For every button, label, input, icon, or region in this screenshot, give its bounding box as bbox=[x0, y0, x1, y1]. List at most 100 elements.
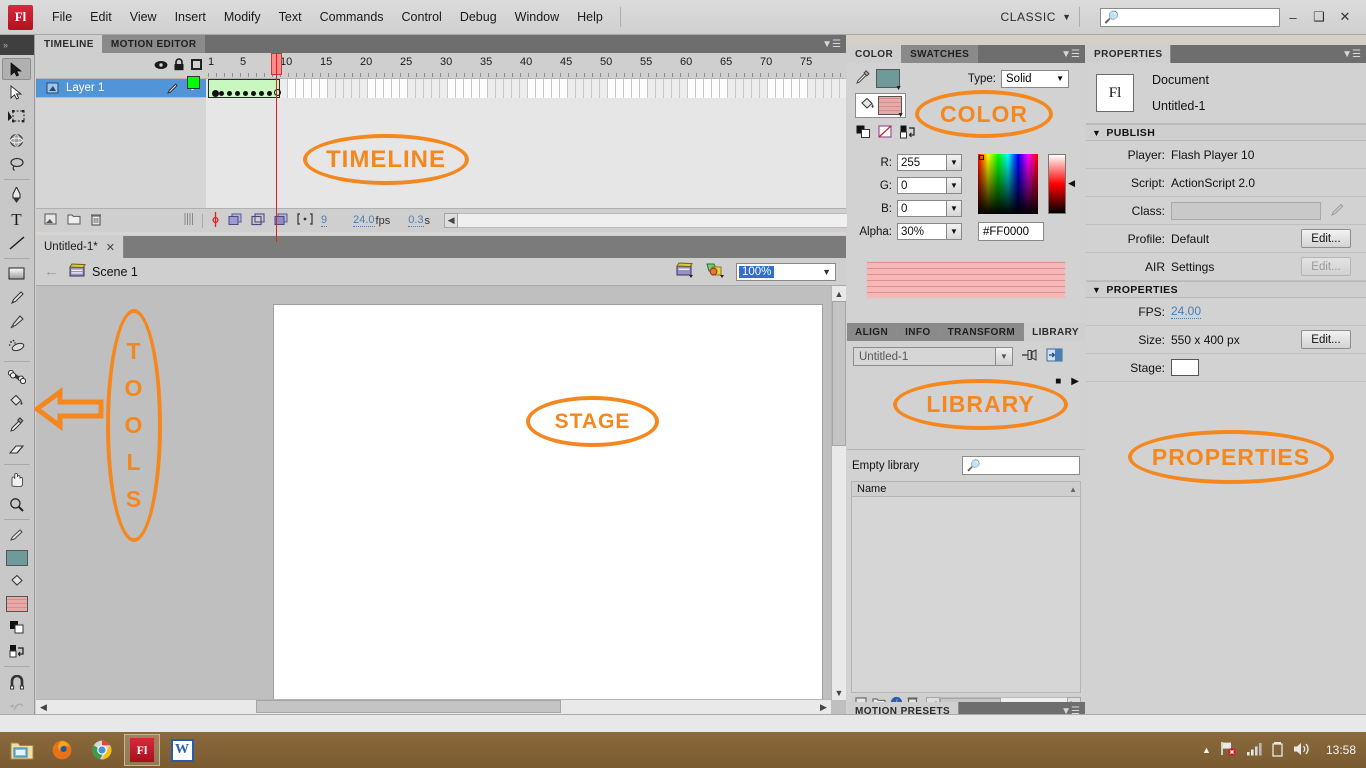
stage-color-swatch[interactable] bbox=[1171, 359, 1199, 376]
frame-cell[interactable] bbox=[480, 79, 488, 98]
frame-cell[interactable] bbox=[464, 79, 472, 98]
library-document-select[interactable]: Untitled-1 ▼ bbox=[853, 347, 1013, 366]
search-input[interactable] bbox=[1118, 11, 1269, 23]
frame-cell[interactable] bbox=[808, 79, 816, 98]
selection-tool[interactable] bbox=[2, 58, 31, 80]
stage-canvas[interactable] bbox=[273, 304, 823, 704]
layer-outline-color-chip[interactable] bbox=[187, 76, 200, 89]
layer-name[interactable]: Layer 1 bbox=[66, 82, 104, 94]
tab-properties[interactable]: PROPERTIES bbox=[1086, 45, 1172, 63]
frame-cell[interactable] bbox=[488, 79, 496, 98]
frame-cell[interactable] bbox=[312, 79, 320, 98]
luminance-strip[interactable] bbox=[1048, 154, 1066, 214]
eyedropper-tool[interactable] bbox=[0, 413, 33, 437]
current-frame-value[interactable]: 9 bbox=[321, 214, 328, 227]
free-transform-tool[interactable] bbox=[0, 104, 33, 128]
frame-cell[interactable] bbox=[664, 79, 672, 98]
menu-view[interactable]: View bbox=[121, 6, 166, 28]
frame-cell[interactable] bbox=[328, 79, 336, 98]
stage-vertical-scrollbar[interactable]: ▲ ▼ bbox=[831, 286, 846, 700]
menu-modify[interactable]: Modify bbox=[215, 6, 270, 28]
frame-cell[interactable] bbox=[392, 79, 400, 98]
frame-cell[interactable] bbox=[776, 79, 784, 98]
rectangle-tool[interactable] bbox=[0, 262, 33, 286]
frame-cell[interactable] bbox=[728, 79, 736, 98]
zoom-level-value[interactable]: 100% bbox=[739, 265, 775, 278]
stage-h-scroll-thumb[interactable] bbox=[256, 700, 561, 713]
frame-cell[interactable] bbox=[400, 79, 408, 98]
frame-cell[interactable] bbox=[616, 79, 624, 98]
tab-library[interactable]: LIBRARY bbox=[1024, 323, 1088, 341]
signal-icon[interactable] bbox=[1246, 742, 1263, 759]
chevron-down-icon[interactable]: ▼ bbox=[947, 200, 962, 217]
fps-value[interactable]: 24.0 bbox=[353, 214, 375, 227]
frame-cell[interactable] bbox=[432, 79, 440, 98]
stroke-color-swatch[interactable] bbox=[0, 593, 33, 615]
frame-cell[interactable] bbox=[288, 79, 296, 98]
stage-v-scroll-thumb[interactable] bbox=[832, 301, 846, 446]
frame-cell[interactable] bbox=[768, 79, 776, 98]
chevron-down-icon[interactable]: ▼ bbox=[947, 223, 962, 240]
tab-color[interactable]: COLOR bbox=[847, 45, 903, 63]
frame-dot[interactable] bbox=[235, 91, 240, 96]
frame-cell[interactable] bbox=[840, 79, 846, 98]
frame-cell[interactable] bbox=[696, 79, 704, 98]
paint-bucket-tool[interactable] bbox=[0, 389, 33, 413]
taskbar-explorer-icon[interactable] bbox=[4, 734, 40, 766]
frame-cell[interactable] bbox=[296, 79, 304, 98]
frame-dot[interactable] bbox=[259, 91, 264, 96]
frame-cell[interactable] bbox=[376, 79, 384, 98]
menu-file[interactable]: File bbox=[43, 6, 81, 28]
maximize-button[interactable]: ❑ bbox=[1306, 7, 1332, 27]
tab-swatches[interactable]: SWATCHES bbox=[902, 45, 979, 63]
edit-scene-icon[interactable] bbox=[676, 262, 695, 281]
frame-cell[interactable] bbox=[680, 79, 688, 98]
frame-cell[interactable] bbox=[416, 79, 424, 98]
pen-tool[interactable] bbox=[0, 183, 33, 207]
timeline-ruler[interactable]: 1 5 10 15 20 25 30 35 40 45 50 55 60 65 70 75 bbox=[206, 53, 846, 78]
frame-cell[interactable] bbox=[744, 79, 752, 98]
frame-cell[interactable] bbox=[408, 79, 416, 98]
lasso-tool[interactable] bbox=[0, 152, 33, 176]
section-publish[interactable]: ▼ PUBLISH bbox=[1086, 124, 1366, 141]
frame-dot[interactable] bbox=[219, 91, 224, 96]
fill-color-swatch[interactable]: ▼ bbox=[878, 96, 904, 119]
frame-cell[interactable] bbox=[304, 79, 312, 98]
keyframe-start-dot[interactable] bbox=[212, 90, 219, 97]
scene-name[interactable]: Scene 1 bbox=[92, 265, 138, 279]
frame-cell[interactable] bbox=[512, 79, 520, 98]
frame-cell[interactable] bbox=[544, 79, 552, 98]
elapsed-time-value[interactable]: 0.3 bbox=[408, 214, 424, 227]
frame-cell[interactable] bbox=[344, 79, 352, 98]
frame-cell[interactable] bbox=[752, 79, 760, 98]
frame-cell[interactable] bbox=[504, 79, 512, 98]
frame-cell[interactable] bbox=[384, 79, 392, 98]
library-column-header[interactable]: Name ▲ bbox=[851, 481, 1081, 497]
stage-area[interactable]: ▲ ▼ ◀ ▶ bbox=[36, 286, 846, 714]
frame-cell[interactable] bbox=[536, 79, 544, 98]
frame-cell[interactable] bbox=[576, 79, 584, 98]
color-field-input-0[interactable]: 255 bbox=[897, 154, 947, 171]
tab-align[interactable]: ALIGN bbox=[847, 323, 898, 341]
network-error-icon[interactable] bbox=[1220, 741, 1237, 760]
battery-icon[interactable] bbox=[1272, 741, 1284, 760]
stroke-color-value[interactable] bbox=[5, 596, 28, 612]
swap-colors-icon[interactable] bbox=[0, 639, 33, 663]
timeline-panel-menu-icon[interactable]: ▼☰ bbox=[822, 35, 846, 53]
center-frame-icon[interactable] bbox=[211, 211, 220, 230]
document-tab[interactable]: Untitled-1* ✕ bbox=[36, 236, 124, 258]
frame-cell[interactable] bbox=[352, 79, 360, 98]
workspace-switcher[interactable]: CLASSIC ▼ bbox=[1001, 10, 1071, 24]
frame-cell[interactable] bbox=[552, 79, 560, 98]
eraser-tool[interactable] bbox=[0, 437, 33, 461]
taskbar-chrome-icon[interactable] bbox=[84, 734, 120, 766]
menu-text[interactable]: Text bbox=[270, 6, 311, 28]
frame-cell[interactable] bbox=[280, 79, 288, 98]
minimize-button[interactable]: – bbox=[1280, 7, 1306, 27]
menu-commands[interactable]: Commands bbox=[311, 6, 393, 28]
frame-cell[interactable] bbox=[784, 79, 792, 98]
color-field-input-3[interactable]: 30% bbox=[897, 223, 947, 240]
size-edit-button[interactable]: Edit... bbox=[1301, 330, 1351, 349]
menu-insert[interactable]: Insert bbox=[166, 6, 215, 28]
chevron-down-icon[interactable]: ▼ bbox=[1092, 285, 1101, 295]
